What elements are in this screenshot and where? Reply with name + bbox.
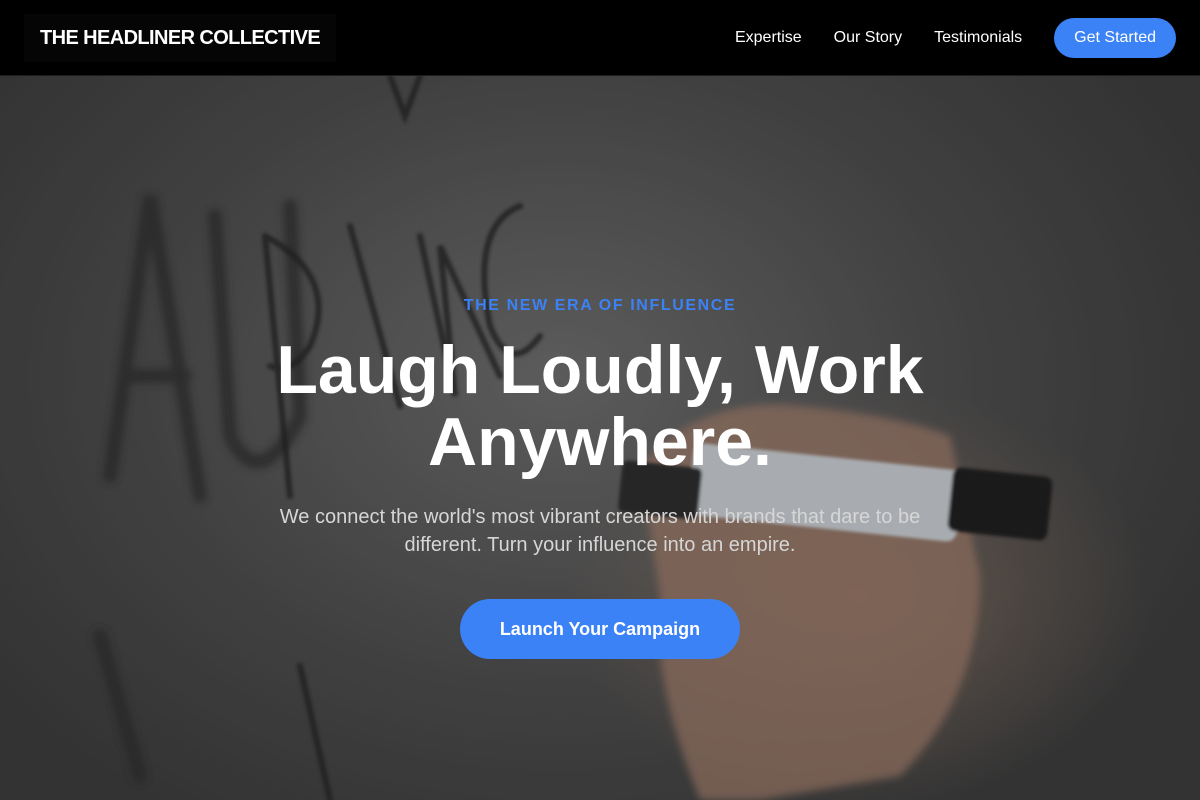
navbar: THE HEADLINER COLLECTIVE Expertise Our S…	[0, 0, 1200, 76]
hero-subheadline: We connect the world's most vibrant crea…	[279, 506, 921, 556]
launch-campaign-button[interactable]: Launch Your Campaign	[460, 599, 740, 659]
page: THE HEADLINER COLLECTIVE Expertise Our S…	[0, 0, 1200, 800]
nav-link-our-story[interactable]: Our Story	[834, 29, 902, 47]
nav-link-expertise[interactable]: Expertise	[735, 29, 802, 47]
hero-section: THE NEW ERA OF INFLUENCE Laugh Loudly, W…	[0, 76, 1200, 800]
nav-links: Expertise Our Story Testimonials Get Sta…	[735, 18, 1176, 58]
nav-link-testimonials[interactable]: Testimonials	[934, 29, 1022, 47]
get-started-button[interactable]: Get Started	[1054, 18, 1176, 58]
hero-eyebrow: THE NEW ERA OF INFLUENCE	[463, 297, 737, 314]
hero-headline: Laugh Loudly, Work Anywhere.	[276, 332, 924, 480]
brand-logo[interactable]: THE HEADLINER COLLECTIVE	[24, 14, 337, 62]
